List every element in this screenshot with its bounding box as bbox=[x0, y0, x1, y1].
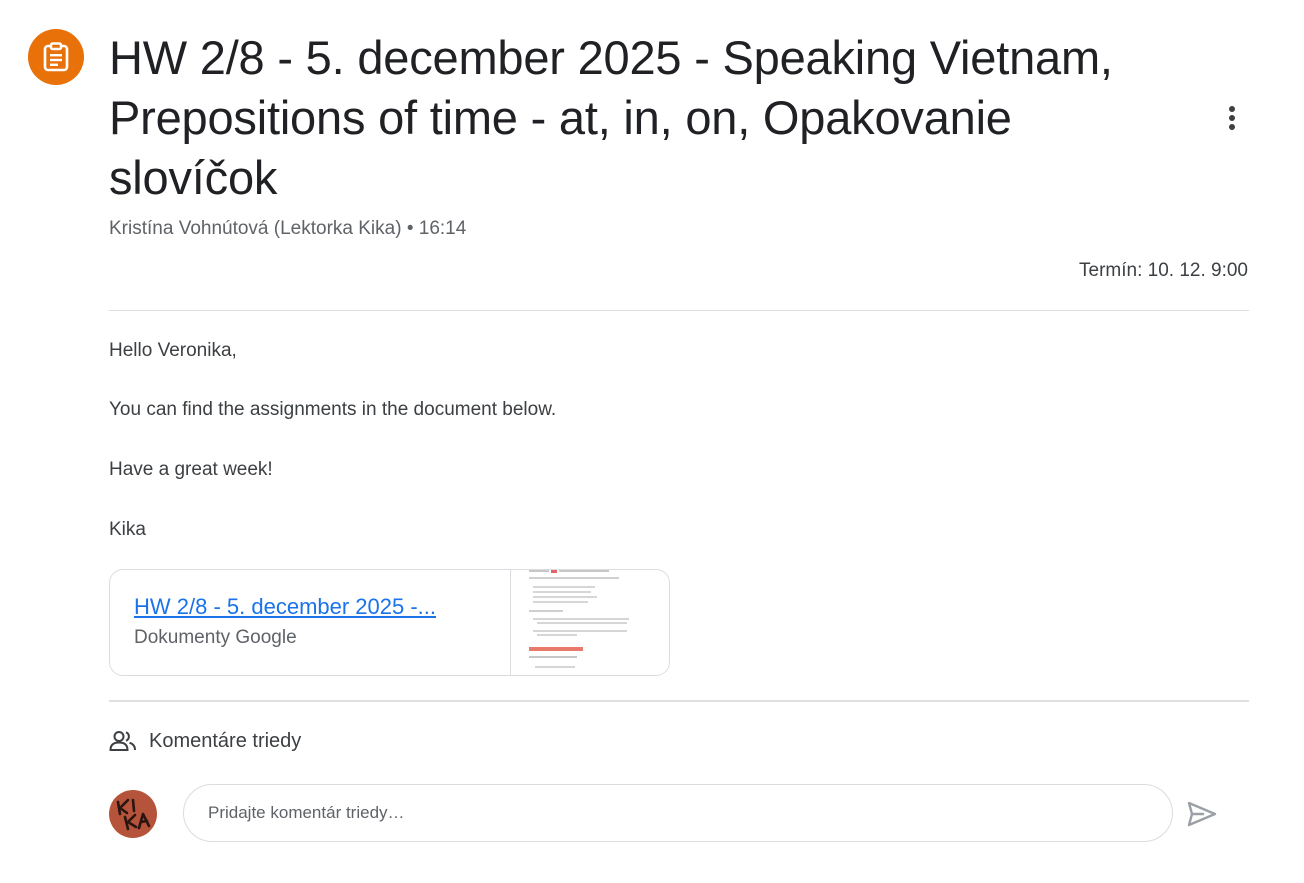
class-comments-label: Komentáre triedy bbox=[149, 730, 302, 752]
avatar bbox=[109, 790, 157, 838]
attachment-title-link[interactable]: HW 2/8 - 5. december 2025 -... bbox=[134, 592, 486, 622]
send-comment-button[interactable] bbox=[1182, 794, 1222, 834]
assignment-icon bbox=[28, 29, 84, 85]
attachment-info: HW 2/8 - 5. december 2025 -... Dokumenty… bbox=[110, 570, 511, 675]
assignment-title: HW 2/8 - 5. december 2025 - Speaking Vie… bbox=[109, 31, 1113, 204]
meta-separator: • bbox=[406, 218, 414, 239]
body-signature: Kika bbox=[109, 519, 146, 540]
comments-divider bbox=[109, 700, 1249, 702]
more-options-button[interactable] bbox=[1212, 98, 1252, 138]
author-name: Kristína Vohnútová (Lektorka Kika) bbox=[109, 218, 402, 239]
attachment-type: Dokumenty Google bbox=[134, 627, 297, 648]
assignment-meta: Kristína Vohnútová (Lektorka Kika) • 16:… bbox=[109, 216, 466, 242]
more-vert-icon bbox=[1229, 106, 1235, 130]
class-comment-input[interactable] bbox=[183, 784, 1173, 842]
document-thumbnail bbox=[511, 570, 669, 675]
people-icon bbox=[109, 731, 136, 751]
clipboard-icon bbox=[43, 42, 69, 72]
attachment-card[interactable]: HW 2/8 - 5. december 2025 -... Dokumenty… bbox=[109, 569, 670, 676]
header-divider bbox=[109, 310, 1249, 311]
send-icon bbox=[1187, 801, 1217, 827]
document-preview-image bbox=[529, 570, 629, 668]
body-line-2: Have a great week! bbox=[109, 459, 273, 480]
post-time: 16:14 bbox=[418, 218, 467, 239]
body-greeting: Hello Veronika, bbox=[109, 340, 237, 361]
class-comments-header: Komentáre triedy bbox=[109, 728, 301, 754]
due-date: Termín: 10. 12. 9:00 bbox=[1079, 260, 1248, 281]
body-line-1: You can find the assignments in the docu… bbox=[109, 399, 557, 420]
avatar-logo bbox=[116, 798, 151, 831]
